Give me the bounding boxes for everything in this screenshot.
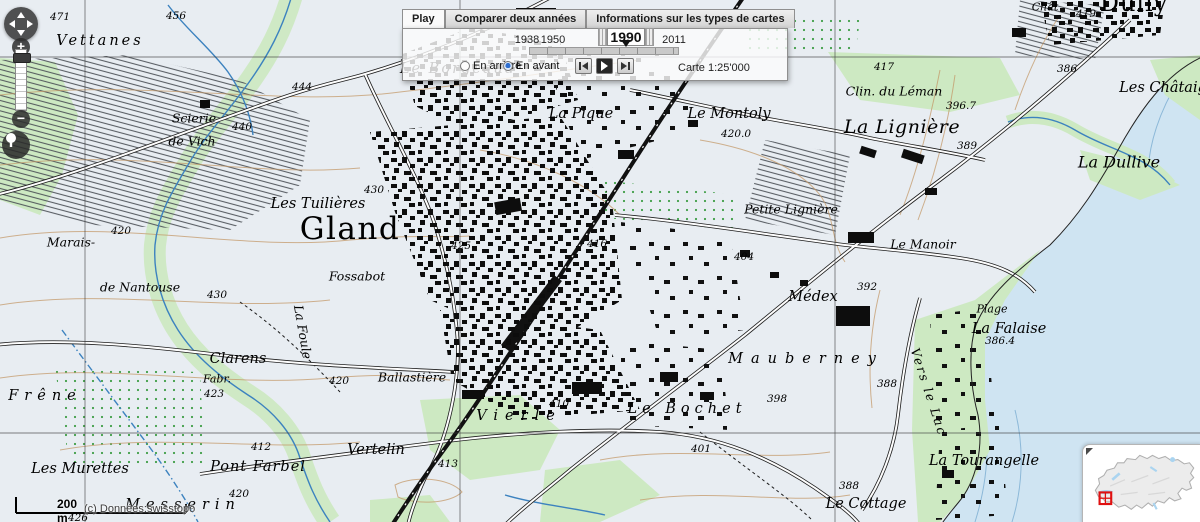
pan-up-icon[interactable] (17, 12, 25, 18)
overview-map[interactable] (1082, 444, 1200, 522)
slider-grip-right (645, 28, 654, 46)
attribution: (c) Données:swisstopo (84, 503, 195, 515)
pan-control[interactable] (4, 7, 38, 41)
step-forward-button[interactable] (617, 58, 634, 74)
panel-tabs: Play Comparer deux années Informations s… (402, 9, 795, 28)
year-tick-label: 1938 (515, 34, 539, 46)
radio-forward-label[interactable]: En avant (516, 60, 559, 72)
year-tick-label: 2011 (662, 34, 686, 46)
radio-forward[interactable] (503, 61, 513, 71)
step-forward-icon (621, 62, 627, 70)
radio-backward[interactable] (460, 61, 470, 71)
switzerland-outline (1089, 449, 1199, 521)
tab-compare-two-years[interactable]: Comparer deux années (445, 9, 587, 28)
tree-icon (2, 131, 20, 149)
play-icon (601, 61, 608, 71)
slider-pointer-icon (621, 40, 631, 47)
pan-left-icon[interactable] (9, 20, 15, 28)
step-back-icon (579, 62, 581, 70)
map-scale-label: Carte 1:25'000 (678, 62, 750, 74)
zoom-slider-handle[interactable] (13, 53, 31, 63)
scale-bar-label: 200 m (57, 497, 77, 522)
radio-backward-label[interactable]: En arrière (473, 60, 521, 72)
tab-play[interactable]: Play (402, 9, 445, 28)
background-layer-button[interactable] (2, 131, 30, 159)
tab-map-types-info[interactable]: Informations sur les types de cartes (586, 9, 794, 28)
pan-down-icon[interactable] (17, 30, 25, 36)
zoom-out-button[interactable]: − (12, 110, 30, 128)
map-viewport[interactable]: GlandLa LignièreDullyVettanesScieriede V… (0, 0, 1200, 522)
time-travel-panel: Play Comparer deux années Informations s… (402, 9, 788, 80)
year-slider-track[interactable] (529, 47, 679, 55)
slider-grip-left (598, 28, 607, 46)
panel-body: 1938 1950 2011 1990 En arrière En avant (402, 28, 788, 81)
year-tick-label: 1950 (541, 34, 565, 46)
step-back-button[interactable] (575, 58, 592, 74)
play-button[interactable] (596, 58, 613, 74)
pan-right-icon[interactable] (27, 20, 33, 28)
